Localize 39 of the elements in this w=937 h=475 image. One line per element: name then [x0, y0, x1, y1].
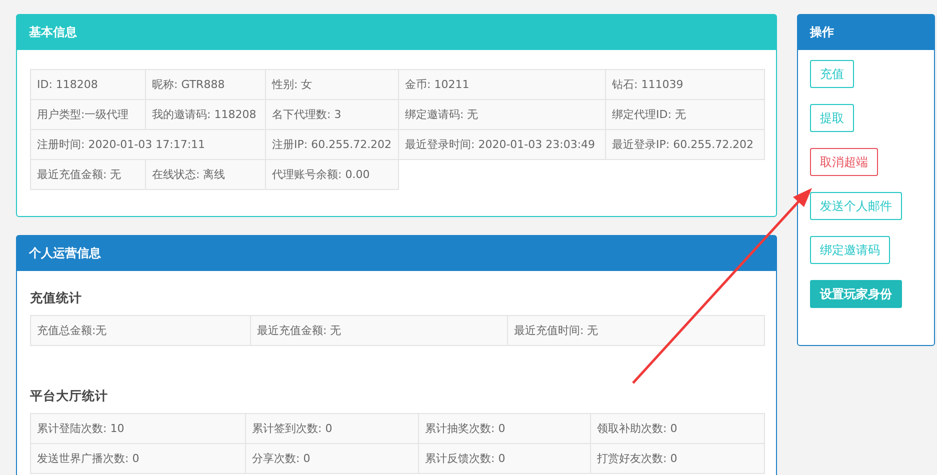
table-cell: ID: 118208	[30, 70, 146, 100]
table-cell: 昵称: GTR888	[146, 70, 266, 100]
table-cell: 分享次数: 0	[246, 444, 418, 474]
table-cell: 金币: 10211	[398, 70, 606, 100]
table-cell: 最近充值时间: 无	[508, 316, 764, 346]
action-button[interactable]: 提取	[810, 104, 854, 132]
table-cell: 绑定代理ID: 无	[606, 100, 764, 130]
table-cell: 累计抽奖次数: 0	[418, 414, 590, 444]
table-cell: 名下代理数: 3	[266, 100, 398, 130]
table-cell: 打赏好友次数: 0	[590, 444, 764, 474]
action-button[interactable]: 发送个人邮件	[810, 192, 902, 220]
table-cell: 最近登录IP: 60.255.72.202	[606, 130, 764, 160]
section-heading: 充值统计	[30, 290, 83, 307]
action-button[interactable]: 取消超端	[810, 148, 878, 176]
table-cell: 代理账号余额: 0.00	[266, 160, 398, 190]
table-cell: 最近充值金额: 无	[250, 316, 508, 346]
table-cell: 充值总金额:无	[30, 316, 250, 346]
table-cell: 钻石: 111039	[606, 70, 764, 100]
table-cell: 性别: 女	[266, 70, 398, 100]
action-button[interactable]: 充值	[810, 60, 854, 88]
table-cell: 在线状态: 离线	[146, 160, 266, 190]
section-heading: 平台大厅统计	[30, 388, 109, 405]
panel-title: 个人运营信息	[29, 245, 101, 262]
table-cell: 绑定邀请码: 无	[398, 100, 606, 130]
panel-title: 操作	[810, 24, 834, 41]
table-cell: 最近登录时间: 2020-01-03 23:03:49	[398, 130, 606, 160]
table-cell: 注册时间: 2020-01-03 17:17:11	[30, 130, 266, 160]
panel-title: 基本信息	[29, 24, 77, 41]
table-cell: 注册IP: 60.255.72.202	[266, 130, 398, 160]
table-cell: 发送世界广播次数: 0	[30, 444, 246, 474]
table-cell: 累计登陆次数: 10	[30, 414, 246, 444]
table-cell: 我的邀请码: 118208	[146, 100, 266, 130]
table-cell: 累计签到次数: 0	[246, 414, 418, 444]
action-button[interactable]: 绑定邀请码	[810, 236, 890, 264]
table-cell: 累计反馈次数: 0	[418, 444, 590, 474]
table-cell: 用户类型:一级代理	[30, 100, 146, 130]
action-button[interactable]: 设置玩家身份	[810, 280, 902, 308]
table-cell: 最近充值金额: 无	[30, 160, 146, 190]
table-cell: 领取补助次数: 0	[590, 414, 764, 444]
